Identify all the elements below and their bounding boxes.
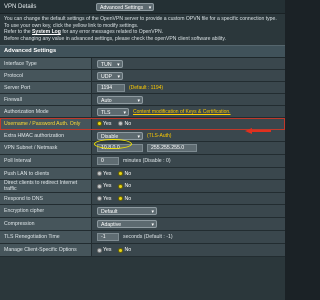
push-lan-yes-radio[interactable]: Yes [97, 171, 111, 177]
direct-clients-yes-radio[interactable]: Yes [97, 183, 111, 189]
client-specific-yes-label: Yes [103, 247, 112, 254]
row-respond-dns: Respond to DNS Yes No [0, 193, 285, 206]
annotation-arrow-icon [245, 128, 271, 134]
compression-select[interactable]: Adaptive [97, 220, 157, 229]
row-poll-interval: Poll Interval 0 minutes (Disable : 0) [0, 155, 285, 169]
arrow-shaft [251, 130, 271, 132]
poll-interval-hint: minutes (Disable : 0) [123, 158, 171, 165]
server-port-label: Server Port [0, 82, 92, 94]
radio-unselected-icon [97, 183, 102, 189]
extra-hmac-label: Extra HMAC authorization [0, 130, 92, 142]
respond-dns-label: Respond to DNS [0, 193, 92, 205]
username-password-yes-label: Yes [103, 120, 112, 127]
push-lan-no-radio[interactable]: No [118, 171, 131, 177]
compression-label: Compression [0, 218, 92, 231]
system-log-link[interactable]: System Log [32, 29, 61, 35]
interface-type-select[interactable]: TUN [97, 59, 123, 69]
username-password-yes-radio[interactable]: Yes [97, 121, 111, 127]
vpn-details-label: VPN Details [4, 3, 37, 10]
tls-renegotiation-input[interactable]: -1 [97, 233, 119, 242]
row-protocol: Protocol UDP [0, 70, 285, 83]
direct-clients-no-label: No [124, 183, 132, 190]
info-line-4: Before changing any value in advanced se… [4, 35, 226, 42]
radio-selected-icon [118, 196, 124, 202]
vpn-subnet-label: VPN Subnet / Netmask [0, 142, 92, 155]
direct-clients-yes-label: Yes [103, 183, 112, 190]
row-server-port: Server Port 1194 (Default : 1194) [0, 82, 285, 95]
username-password-auth-label: Username / Password Auth. Only [0, 118, 92, 130]
row-authorization-mode: Authorization Mode TLS Content modificati… [0, 106, 285, 119]
encryption-cipher-label: Encryption cipher [0, 205, 92, 218]
row-extra-hmac: Extra HMAC authorization Disable(TLS-Aut… [0, 130, 285, 143]
row-tls-renegotiation: TLS Renegotiation Time -1 seconds (Defaul… [0, 231, 285, 245]
push-lan-no-label: No [124, 170, 132, 177]
respond-dns-no-radio[interactable]: No [118, 196, 131, 202]
row-firewall: Firewall Auto [0, 94, 285, 107]
poll-interval-label: Poll Interval [0, 155, 92, 168]
info-line-1: You can change the default settings of t… [4, 16, 277, 22]
direct-clients-label: Direct clients to redirect Internet traf… [0, 180, 92, 193]
openvpn-settings-panel: VPN Details Advanced Settings You can ch… [0, 0, 285, 300]
radio-unselected-icon [97, 171, 102, 177]
radio-unselected-icon [97, 247, 102, 253]
row-compression: Compression Adaptive [0, 218, 285, 232]
username-password-no-radio[interactable]: No [118, 121, 131, 127]
row-client-specific-options: Manage Client-Specific Options Yes No [0, 244, 285, 258]
encryption-cipher-select[interactable]: Default [97, 207, 157, 216]
direct-clients-no-radio[interactable]: No [118, 183, 131, 189]
info-line-3-pre: Refer to the [4, 29, 33, 36]
radio-unselected-icon [118, 121, 124, 127]
username-password-no-label: No [124, 120, 132, 127]
radio-selected-icon [118, 247, 124, 253]
interface-type-label: Interface Type [0, 58, 92, 70]
row-interface-type: Interface Type TUN [0, 58, 285, 71]
server-port-input[interactable]: 1194 [97, 83, 125, 92]
protocol-select[interactable]: UDP [97, 71, 123, 81]
row-encryption-cipher: Encryption cipher Default [0, 205, 285, 219]
poll-interval-input[interactable]: 0 [97, 157, 119, 166]
client-specific-yes-radio[interactable]: Yes [97, 247, 111, 253]
row-username-password-auth: Username / Password Auth. Only Yes No [0, 118, 285, 131]
push-lan-label: Push LAN to clients [0, 168, 92, 180]
authorization-mode-label: Authorization Mode [0, 106, 92, 118]
client-specific-options-label: Manage Client-Specific Options [0, 244, 92, 257]
client-specific-no-label: No [124, 247, 132, 254]
respond-dns-no-label: No [124, 195, 132, 202]
radio-selected-icon [118, 183, 124, 189]
row-vpn-subnet: VPN Subnet / Netmask 10.8.0.0 255.255.255… [0, 142, 285, 156]
vpn-netmask-input[interactable]: 255.255.255.0 [147, 144, 197, 153]
firewall-select[interactable]: Auto [97, 95, 143, 105]
row-push-lan: Push LAN to clients Yes No [0, 168, 285, 181]
info-line-3: Refer to the System Log for any error me… [4, 29, 281, 36]
server-port-hint: (Default : 1194) [129, 84, 164, 91]
vpn-details-select[interactable]: Advanced Settings [96, 2, 155, 12]
arrow-head [245, 128, 252, 134]
client-specific-no-radio[interactable]: No [118, 247, 131, 253]
firewall-label: Firewall [0, 94, 92, 106]
protocol-label: Protocol [0, 70, 92, 82]
tls-renegotiation-hint: seconds (Default : -1) [123, 234, 173, 241]
info-line-3-post: for any error messages related to OpenVP… [60, 29, 164, 36]
respond-dns-yes-label: Yes [103, 195, 112, 202]
tls-renegotiation-label: TLS Renegotiation Time [0, 231, 92, 244]
highlight-circle [94, 139, 132, 149]
advanced-settings-header: Advanced Settings [0, 45, 285, 59]
authorization-mode-select[interactable]: TLS [97, 107, 129, 117]
radio-selected-icon [118, 171, 124, 177]
radio-selected-icon [97, 121, 102, 127]
vpn-details-bar: VPN Details Advanced Settings [0, 0, 285, 14]
info-text: You can change the default settings of t… [0, 14, 285, 46]
info-line-2: To use your own key, click the yellow li… [4, 22, 139, 29]
push-lan-yes-label: Yes [103, 170, 112, 177]
radio-unselected-icon [97, 196, 102, 202]
row-direct-clients: Direct clients to redirect Internet traf… [0, 180, 285, 194]
keys-certification-link[interactable]: Content modification of Keys & Certifica… [133, 109, 231, 115]
extra-hmac-hint: (TLS-Auth) [147, 132, 172, 139]
respond-dns-yes-radio[interactable]: Yes [97, 196, 111, 202]
